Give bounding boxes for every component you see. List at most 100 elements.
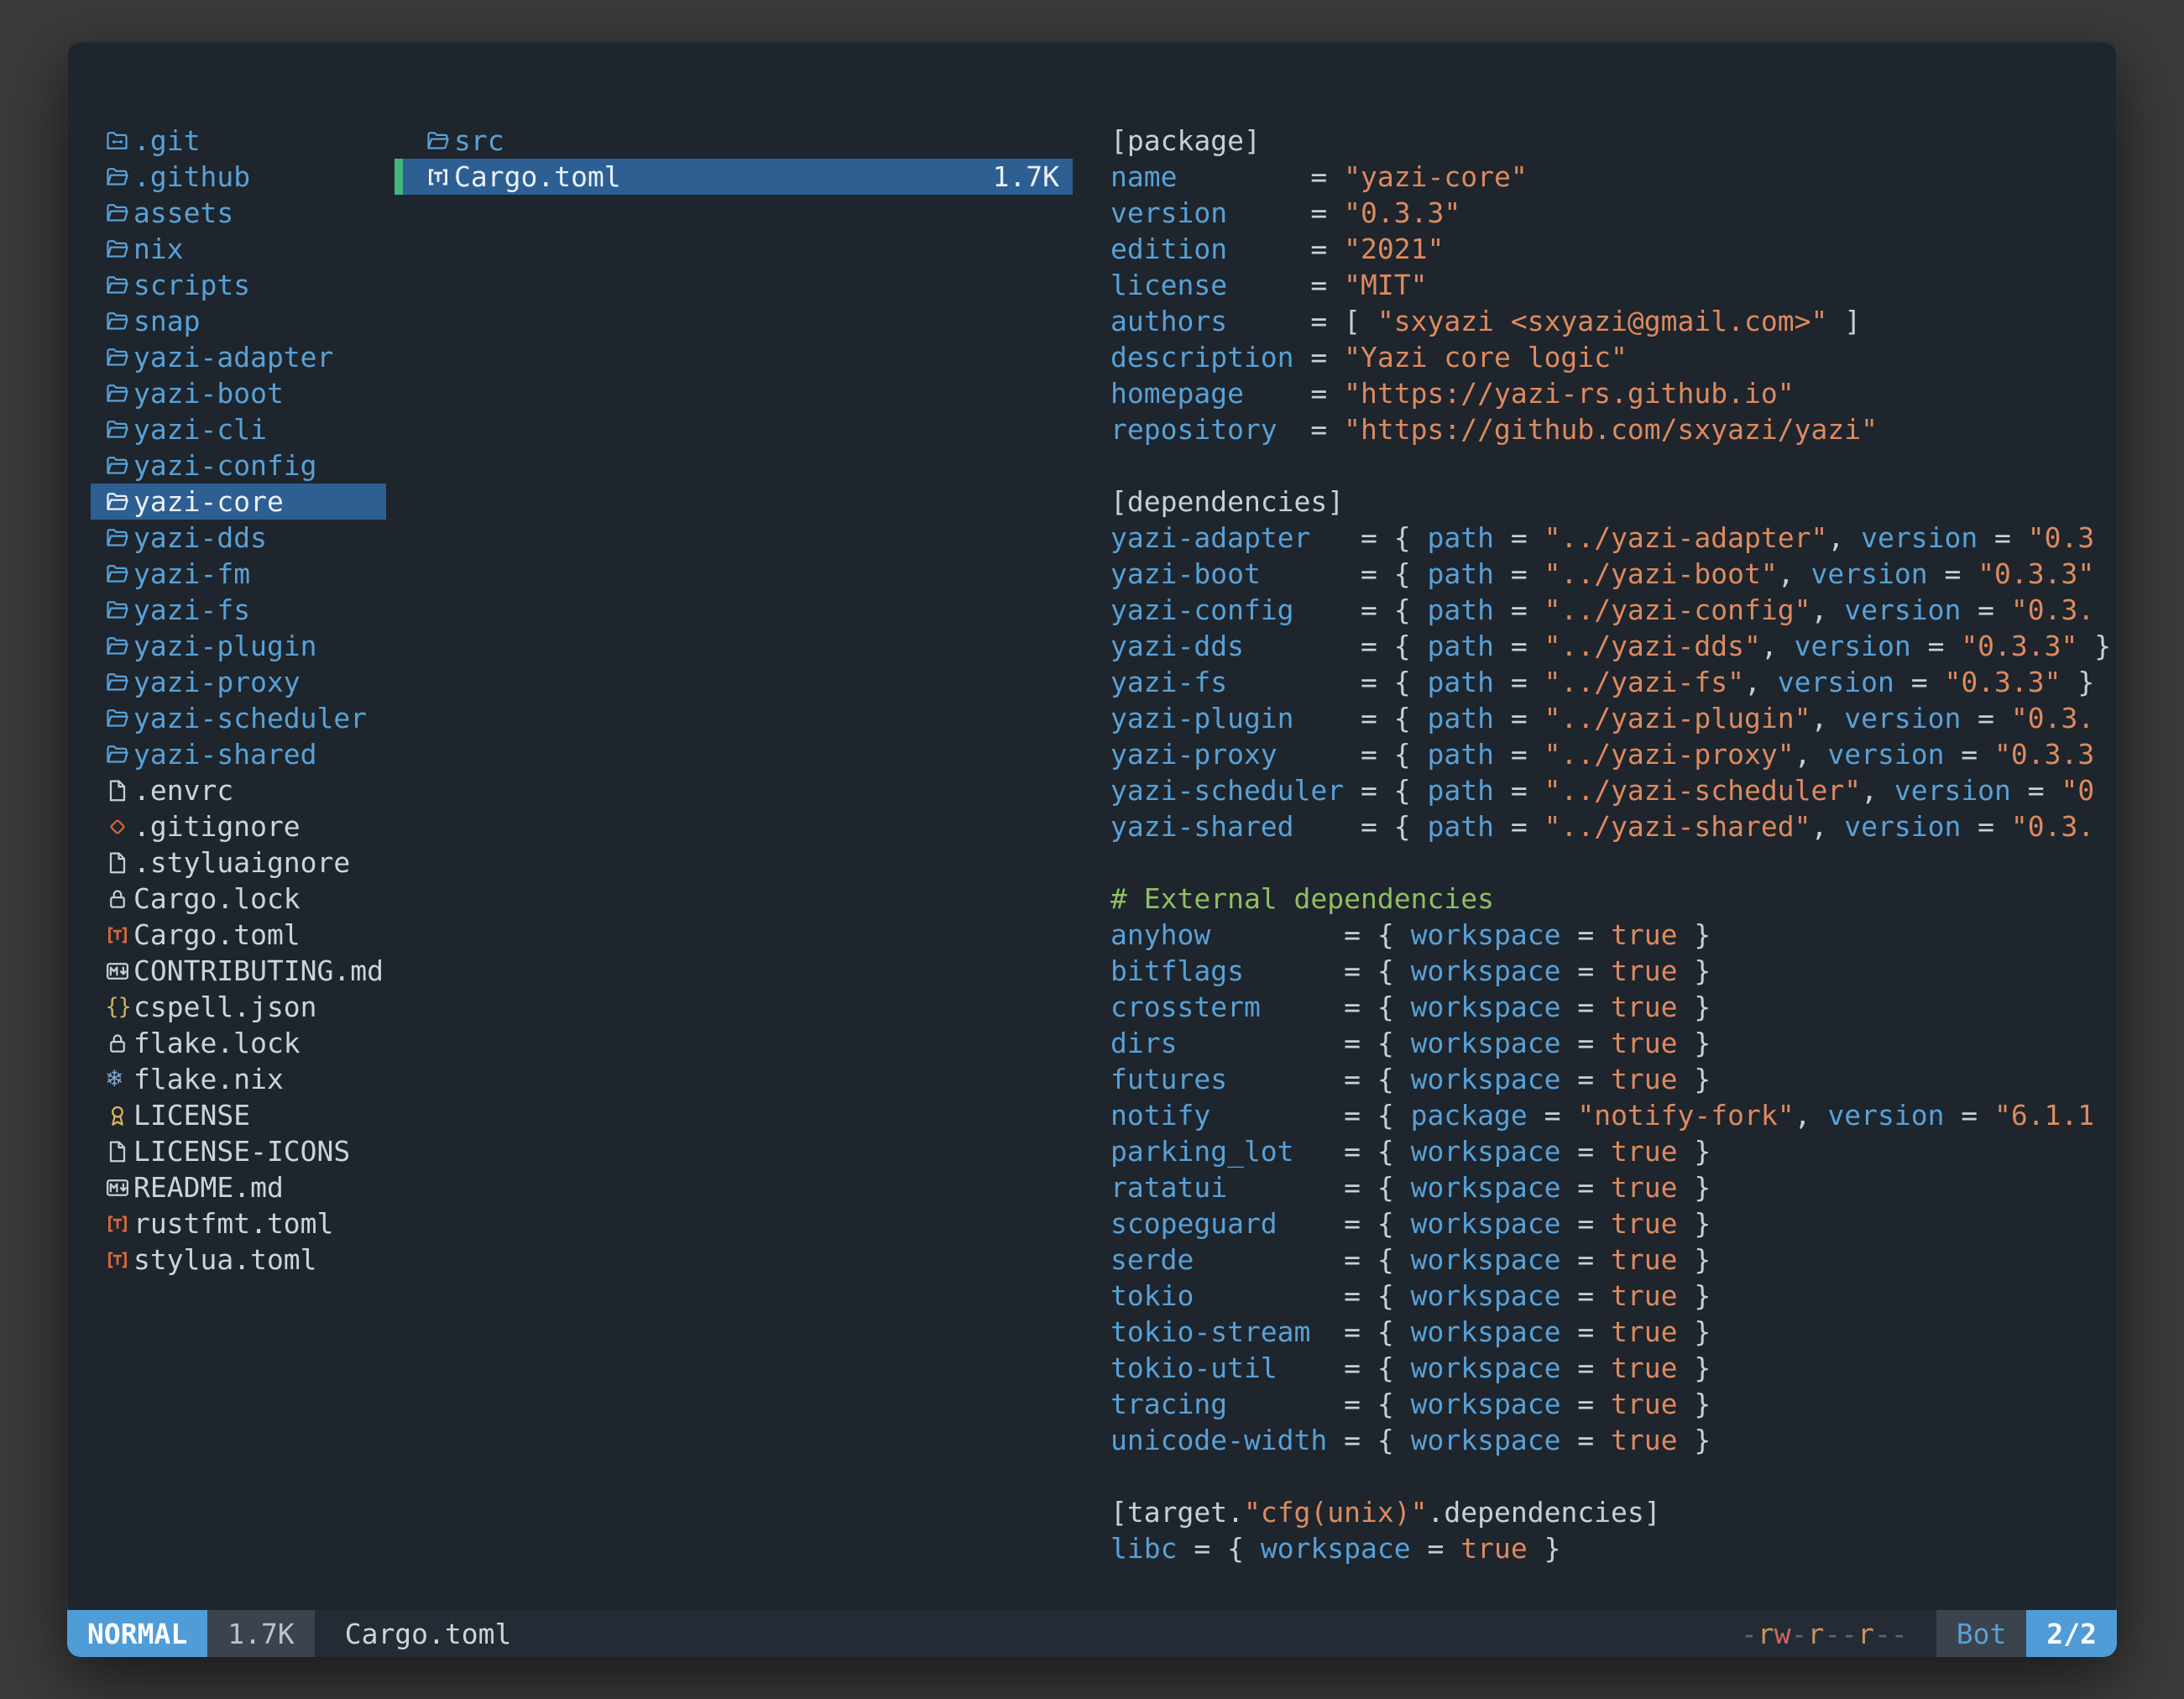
preview-line: yazi-dds = { path = "../yazi-dds", versi… bbox=[1110, 628, 2117, 664]
preview-line: unicode-width = { workspace = true } bbox=[1110, 1422, 2117, 1458]
nix-icon: ❄ bbox=[105, 1068, 133, 1090]
file-row-cargo-toml[interactable]: Cargo.toml1.7K bbox=[394, 159, 1073, 195]
file-row-flake-lock[interactable]: flake.lock bbox=[91, 1025, 386, 1061]
file-row-rustfmt-toml[interactable]: rustfmt.toml bbox=[91, 1205, 386, 1242]
preview-line: yazi-proxy = { path = "../yazi-proxy", v… bbox=[1110, 736, 2117, 772]
file-row-flake-nix[interactable]: ❄flake.nix bbox=[91, 1061, 386, 1097]
file-row-yazi-core[interactable]: yazi-core bbox=[91, 484, 386, 520]
file-row-github[interactable]: .github bbox=[91, 159, 386, 195]
file-name: nix bbox=[133, 231, 184, 267]
status-spacer bbox=[511, 1610, 1741, 1657]
file-name: yazi-proxy bbox=[133, 664, 300, 700]
folder-icon bbox=[426, 128, 454, 154]
file-row-snap[interactable]: snap bbox=[91, 303, 386, 339]
file-row-yazi-proxy[interactable]: yazi-proxy bbox=[91, 664, 386, 700]
preview-line: tokio-stream = { workspace = true } bbox=[1110, 1314, 2117, 1350]
file-row-envrc[interactable]: .envrc bbox=[91, 772, 386, 808]
file-name: assets bbox=[133, 195, 233, 231]
file-row-yazi-boot[interactable]: yazi-boot bbox=[91, 375, 386, 411]
file-name: rustfmt.toml bbox=[133, 1205, 333, 1242]
preview-line: yazi-scheduler = { path = "../yazi-sched… bbox=[1110, 772, 2117, 808]
file-row-src[interactable]: src bbox=[394, 123, 1073, 159]
preview-line bbox=[1110, 447, 2117, 484]
preview-line: ratatui = { workspace = true } bbox=[1110, 1169, 2117, 1205]
current-pane[interactable]: srcCargo.toml1.7K bbox=[394, 123, 1073, 1610]
file-name: .github bbox=[133, 159, 250, 195]
file-permissions: -rw-r--r-- bbox=[1741, 1610, 1908, 1657]
preview-line: libc = { workspace = true } bbox=[1110, 1530, 2117, 1566]
folder-icon bbox=[105, 634, 133, 659]
preview-line: yazi-config = { path = "../yazi-config",… bbox=[1110, 592, 2117, 628]
file-name: src bbox=[454, 123, 504, 159]
file-name: flake.nix bbox=[133, 1061, 284, 1097]
file-row-yazi-config[interactable]: yazi-config bbox=[91, 447, 386, 484]
file-row-readme-md[interactable]: README.md bbox=[91, 1169, 386, 1205]
file-row-yazi-fs[interactable]: yazi-fs bbox=[91, 592, 386, 628]
file-name: yazi-fm bbox=[133, 556, 250, 592]
preview-line: name = "yazi-core" bbox=[1110, 159, 2117, 195]
file-name: yazi-core bbox=[133, 484, 284, 520]
file-row-yazi-cli[interactable]: yazi-cli bbox=[91, 411, 386, 447]
file-row-cargo-lock[interactable]: Cargo.lock bbox=[91, 881, 386, 917]
selection-marker bbox=[394, 159, 403, 195]
panes-container: .git.githubassetsnixscriptssnapyazi-adap… bbox=[67, 42, 2117, 1610]
folder-icon bbox=[105, 670, 133, 695]
file-counter: 2/2 bbox=[2026, 1610, 2117, 1657]
folder-icon bbox=[105, 417, 133, 442]
file-row-yazi-adapter[interactable]: yazi-adapter bbox=[91, 339, 386, 375]
file-row-styluaignore[interactable]: .styluaignore bbox=[91, 844, 386, 881]
file-name: cspell.json bbox=[133, 989, 317, 1025]
preview-pane[interactable]: [package]name = "yazi-core"version = "0.… bbox=[1073, 123, 2117, 1610]
folder-icon bbox=[105, 562, 133, 587]
folder-icon bbox=[105, 453, 133, 478]
file-name: flake.lock bbox=[133, 1025, 300, 1061]
preview-line: repository = "https://github.com/sxyazi/… bbox=[1110, 411, 2117, 447]
preview-line: dirs = { workspace = true } bbox=[1110, 1025, 2117, 1061]
file-row-assets[interactable]: assets bbox=[91, 195, 386, 231]
file-row-contributing-md[interactable]: CONTRIBUTING.md bbox=[91, 953, 386, 989]
file-row-license-icons[interactable]: LICENSE-ICONS bbox=[91, 1133, 386, 1169]
file-row-cspell-json[interactable]: {}cspell.json bbox=[91, 989, 386, 1025]
file-row-cargo-toml[interactable]: Cargo.toml bbox=[91, 917, 386, 953]
status-bar: NORMAL 1.7K Cargo.toml -rw-r--r-- Bot 2/… bbox=[67, 1610, 2117, 1657]
file-row-gitignore[interactable]: .gitignore bbox=[91, 808, 386, 844]
preview-line: parking_lot = { workspace = true } bbox=[1110, 1133, 2117, 1169]
file-name: yazi-config bbox=[133, 447, 317, 484]
preview-line: tracing = { workspace = true } bbox=[1110, 1386, 2117, 1422]
yazi-file-manager-window: .git.githubassetsnixscriptssnapyazi-adap… bbox=[67, 42, 2117, 1657]
file-row-license[interactable]: LICENSE bbox=[91, 1097, 386, 1133]
file-icon bbox=[105, 778, 133, 803]
file-row-scripts[interactable]: scripts bbox=[91, 267, 386, 303]
folder-icon bbox=[105, 201, 133, 226]
file-name: Cargo.toml bbox=[454, 159, 621, 195]
file-row-yazi-dds[interactable]: yazi-dds bbox=[91, 520, 386, 556]
preview-line: yazi-boot = { path = "../yazi-boot", ver… bbox=[1110, 556, 2117, 592]
file-name: yazi-boot bbox=[133, 375, 284, 411]
parent-pane[interactable]: .git.githubassetsnixscriptssnapyazi-adap… bbox=[67, 123, 394, 1610]
file-name: .styluaignore bbox=[133, 844, 350, 881]
file-row-nix[interactable]: nix bbox=[91, 231, 386, 267]
toml-icon bbox=[105, 923, 133, 948]
file-row-git[interactable]: .git bbox=[91, 123, 386, 159]
folder-icon bbox=[105, 237, 133, 262]
file-name: yazi-scheduler bbox=[133, 700, 367, 736]
preview-line: futures = { workspace = true } bbox=[1110, 1061, 2117, 1097]
file-row-yazi-shared[interactable]: yazi-shared bbox=[91, 736, 386, 772]
preview-line: license = "MIT" bbox=[1110, 267, 2117, 303]
preview-line: serde = { workspace = true } bbox=[1110, 1242, 2117, 1278]
file-row-yazi-fm[interactable]: yazi-fm bbox=[91, 556, 386, 592]
preview-line: yazi-shared = { path = "../yazi-shared",… bbox=[1110, 808, 2117, 844]
file-name: Cargo.toml bbox=[133, 917, 300, 953]
markdown-icon bbox=[105, 959, 133, 984]
folder-git-icon bbox=[105, 128, 133, 154]
file-name: README.md bbox=[133, 1169, 284, 1205]
file-row-yazi-plugin[interactable]: yazi-plugin bbox=[91, 628, 386, 664]
preview-line: [dependencies] bbox=[1110, 484, 2117, 520]
file-name: yazi-plugin bbox=[133, 628, 317, 664]
preview-line: yazi-adapter = { path = "../yazi-adapter… bbox=[1110, 520, 2117, 556]
file-row-stylua-toml[interactable]: stylua.toml bbox=[91, 1242, 386, 1278]
file-row-yazi-scheduler[interactable]: yazi-scheduler bbox=[91, 700, 386, 736]
file-name: .git bbox=[133, 123, 200, 159]
file-name: LICENSE-ICONS bbox=[133, 1133, 350, 1169]
folder-icon bbox=[105, 273, 133, 298]
